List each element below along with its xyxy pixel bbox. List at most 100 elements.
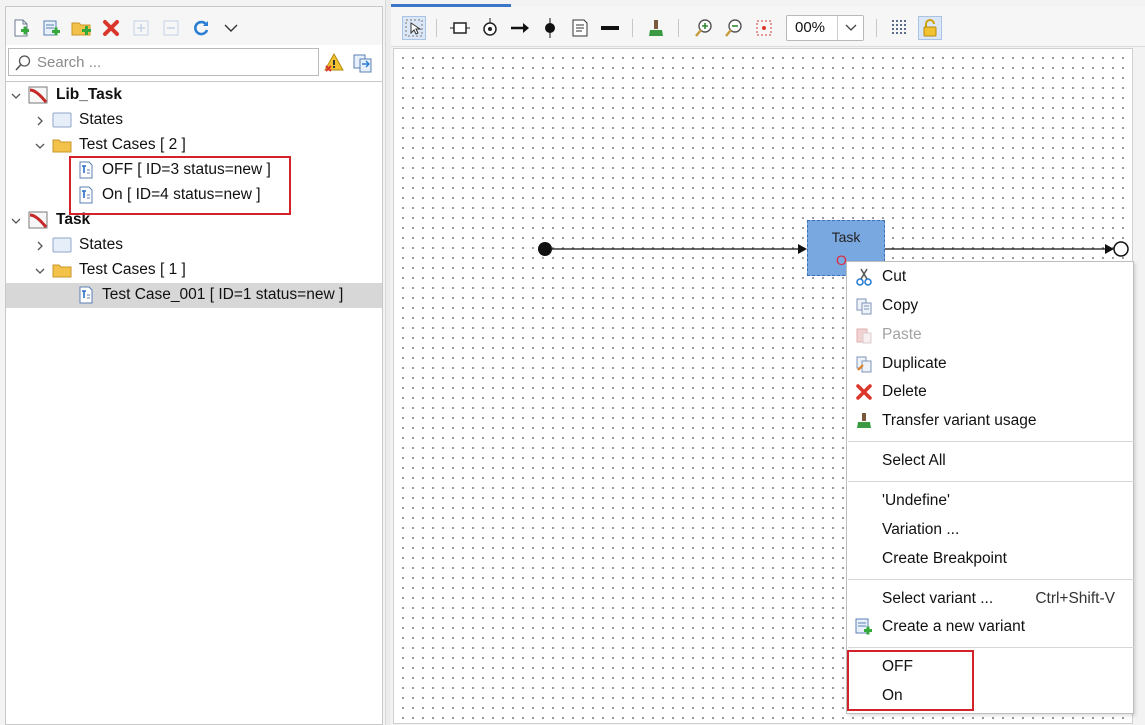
tree-item-lib-task[interactable]: Lib_Task xyxy=(6,83,382,108)
copy-icon xyxy=(854,296,874,316)
initial-state-node[interactable] xyxy=(538,242,552,256)
states-icon xyxy=(52,112,72,128)
variant-brush-icon[interactable] xyxy=(644,16,668,40)
tree-label: States xyxy=(79,111,123,128)
menu-item-variation[interactable]: Variation ... xyxy=(847,516,1133,544)
context-menu: Cut Copy Paste Duplicate Delete Transfer… xyxy=(846,261,1134,714)
menu-item-label: Duplicate xyxy=(882,355,947,372)
highlight-box xyxy=(69,156,291,215)
menu-item-label: Create Breakpoint xyxy=(882,550,1007,567)
tree-item-states[interactable]: States xyxy=(6,108,382,133)
menu-item-label: Cut xyxy=(882,268,907,285)
chevron-down-icon[interactable] xyxy=(10,90,22,102)
junction-tool-icon[interactable] xyxy=(478,16,502,40)
new-variant-icon xyxy=(854,617,874,637)
chevron-down-icon[interactable] xyxy=(34,140,46,152)
search-input[interactable] xyxy=(37,52,307,72)
menu-item-label: Transfer variant usage xyxy=(882,412,1037,429)
zoom-value: 00% xyxy=(795,19,826,36)
tree-label: Test Case_001 [ ID=1 status=new ] xyxy=(102,286,344,303)
state-title: Task xyxy=(831,229,861,245)
filter-warning-icon[interactable] xyxy=(322,51,346,75)
tree-item-test-case-001[interactable]: Test Case_001 [ ID=1 status=new ] xyxy=(6,283,382,308)
menu-item-shortcut: Ctrl+Shift-V xyxy=(1035,590,1115,607)
menu-separator xyxy=(848,441,1134,442)
menu-item-undefine[interactable]: 'Undefine' xyxy=(847,487,1133,515)
search-field[interactable] xyxy=(8,48,319,76)
collapse-icon[interactable] xyxy=(160,17,182,39)
test-case-icon xyxy=(79,286,93,304)
menu-item-select-variant[interactable]: Select variant ... Ctrl+Shift-V xyxy=(847,585,1133,613)
menu-item-label: Create a new variant xyxy=(882,618,1026,635)
menu-item-duplicate[interactable]: Duplicate xyxy=(847,350,1133,378)
chevron-right-icon[interactable] xyxy=(34,240,46,252)
arrowhead-icon xyxy=(798,244,807,254)
zoom-in-icon[interactable] xyxy=(692,16,716,40)
scissors-icon xyxy=(854,267,874,287)
new-file-icon[interactable] xyxy=(10,17,32,39)
fit-to-window-icon[interactable] xyxy=(752,16,776,40)
menu-item-cut[interactable]: Cut xyxy=(847,263,1133,291)
chevron-down-icon[interactable] xyxy=(10,215,22,227)
states-icon xyxy=(52,237,72,253)
new-list-icon[interactable] xyxy=(40,17,62,39)
grid-toggle-icon[interactable] xyxy=(888,16,912,40)
tree-item-test-cases[interactable]: Test Cases [ 2 ] xyxy=(6,133,382,158)
transfer-icon xyxy=(854,411,874,431)
tree-label: Lib_Task xyxy=(56,86,123,103)
new-folder-icon[interactable] xyxy=(70,17,92,39)
note-tool-icon[interactable] xyxy=(568,16,592,40)
menu-item-label: 'Undefine' xyxy=(882,492,950,509)
expand-icon[interactable] xyxy=(130,17,152,39)
arrowhead-icon xyxy=(1105,244,1114,254)
final-state-node[interactable] xyxy=(1113,241,1129,257)
folder-icon xyxy=(52,264,72,278)
menu-item-copy[interactable]: Copy xyxy=(847,292,1133,320)
start-end-tool-icon[interactable] xyxy=(538,16,562,40)
chevron-right-icon[interactable] xyxy=(34,115,46,127)
menu-item-create-new-variant[interactable]: Create a new variant xyxy=(847,613,1133,641)
project-tree: Lib_Task States Test Cases [ 2 ] OFF [I… xyxy=(6,81,382,721)
search-icon xyxy=(15,55,31,71)
view-menu-icon[interactable] xyxy=(220,17,242,39)
task-library-icon xyxy=(28,86,48,104)
highlight-box xyxy=(847,650,974,711)
select-pointer-icon[interactable] xyxy=(402,16,426,40)
tree-label: Test Cases [ 1 ] xyxy=(79,261,186,278)
delete-icon xyxy=(854,382,874,402)
paste-icon xyxy=(854,325,874,345)
folder-icon xyxy=(52,139,72,153)
tree-item-test-cases[interactable]: Test Cases [ 1 ] xyxy=(6,258,382,283)
menu-item-label: Paste xyxy=(882,326,922,343)
refresh-icon[interactable] xyxy=(190,17,212,39)
menu-item-transfer-variant-usage[interactable]: Transfer variant usage xyxy=(847,407,1133,435)
tree-label: States xyxy=(79,236,123,253)
zoom-select[interactable]: 00% xyxy=(786,15,864,41)
left-toolbar xyxy=(6,7,382,45)
menu-separator xyxy=(848,579,1134,580)
menu-separator xyxy=(848,647,1134,648)
menu-item-select-all[interactable]: Select All xyxy=(847,447,1133,475)
app-window: Lib_Task States Test Cases [ 2 ] xyxy=(0,0,1145,725)
tree-item-states[interactable]: States xyxy=(6,233,382,258)
zoom-out-icon[interactable] xyxy=(722,16,746,40)
separator-tool-icon[interactable] xyxy=(598,16,622,40)
lock-icon[interactable] xyxy=(918,16,942,40)
chevron-down-icon[interactable] xyxy=(837,16,863,40)
menu-item-label: Copy xyxy=(882,297,919,314)
link-editor-icon[interactable] xyxy=(351,51,375,75)
menu-item-label: Variation ... xyxy=(882,521,960,538)
task-icon xyxy=(28,211,48,229)
left-panel: Lib_Task States Test Cases [ 2 ] xyxy=(0,0,385,725)
menu-item-create-breakpoint[interactable]: Create Breakpoint xyxy=(847,545,1133,573)
menu-item-delete[interactable]: Delete xyxy=(847,378,1133,406)
diagram-toolbar: 00% xyxy=(391,7,1145,47)
menu-item-label: Select All xyxy=(882,452,946,469)
delete-icon[interactable] xyxy=(100,17,122,39)
tree-label: Test Cases [ 2 ] xyxy=(79,136,186,153)
menu-separator xyxy=(848,481,1134,482)
menu-item-paste: Paste xyxy=(847,321,1133,349)
chevron-down-icon[interactable] xyxy=(34,265,46,277)
transition-tool-icon[interactable] xyxy=(508,16,532,40)
state-tool-icon[interactable] xyxy=(448,16,472,40)
